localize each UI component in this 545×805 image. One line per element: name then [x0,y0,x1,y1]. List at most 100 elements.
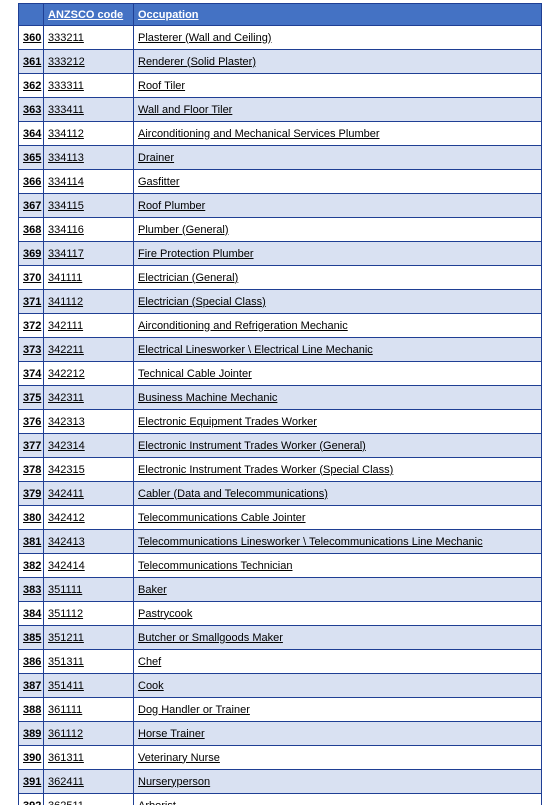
cell-occupation: Electronic Instrument Trades Worker (Spe… [133,457,542,482]
column-header-anzsco-code[interactable]: ANZSCO code [43,3,134,26]
cell-occupation: Airconditioning and Mechanical Services … [133,121,542,146]
table-row[interactable]: 381 342413 Telecommunications Linesworker … [18,529,542,554]
cell-row-number: 366 [18,169,44,194]
table-row[interactable]: 387 351411 Cook [18,673,542,698]
cell-row-number: 373 [18,337,44,362]
occupation-label: Cook [138,679,164,692]
table-row[interactable]: 374 342212 Technical Cable Jointer [18,361,542,386]
table-row[interactable]: 369 334117 Fire Protection Plumber [18,241,542,266]
table-row[interactable]: 388 361111 Dog Handler or Trainer [18,697,542,722]
cell-occupation: Business Machine Mechanic [133,385,542,410]
cell-anzsco-code: 342413 [43,529,134,554]
cell-row-number: 374 [18,361,44,386]
table-row[interactable]: 386 351311 Chef [18,649,542,674]
cell-anzsco-code: 342412 [43,505,134,530]
cell-row-number: 376 [18,409,44,434]
cell-anzsco-code: 342111 [43,313,134,338]
cell-anzsco-code: 342313 [43,409,134,434]
cell-row-number: 375 [18,385,44,410]
table-row[interactable]: 367 334115 Roof Plumber [18,193,542,218]
cell-anzsco-code: 333311 [43,73,134,98]
cell-row-number: 365 [18,145,44,170]
cell-row-number: 368 [18,217,44,242]
cell-anzsco-code: 334112 [43,121,134,146]
cell-occupation: Pastrycook [133,601,542,626]
table-row[interactable]: 380 342412 Telecommunications Cable Jointe… [18,505,542,530]
cell-anzsco-code: 333211 [43,25,134,50]
table-row[interactable]: 373 342211 Electrical Linesworker \ Electr… [18,337,542,362]
table-row[interactable]: 379 342411 Cabler (Data and Telecommunicat… [18,481,542,506]
occupation-label: Renderer (Solid Plaster) [138,55,256,68]
cell-anzsco-code: 334115 [43,193,134,218]
cell-row-number: 370 [18,265,44,290]
cell-row-number: 372 [18,313,44,338]
table-row[interactable]: 375 342311 Business Machine Mechanic [18,385,542,410]
cell-row-number: 378 [18,457,44,482]
cell-occupation: Electrical Linesworker \ Electrical Line… [133,337,542,362]
cell-anzsco-code: 342411 [43,481,134,506]
cell-anzsco-code: 333411 [43,97,134,122]
cell-occupation: Telecommunications Technician [133,553,542,578]
cell-row-number: 389 [18,721,44,746]
occupation-label: Airconditioning and Refrigeration Mechan… [138,319,348,332]
occupation-label: Plumber (General) [138,223,229,236]
cell-anzsco-code: 342211 [43,337,134,362]
table-header-row: ANZSCO code Occupation [18,3,542,26]
table-row[interactable]: 378 342315 Electronic Instrument Trades Wo… [18,457,542,482]
cell-anzsco-code: 362511 [43,793,134,805]
cell-anzsco-code: 341111 [43,265,134,290]
cell-anzsco-code: 341112 [43,289,134,314]
occupation-label: Electrical Linesworker \ Electrical Line… [138,343,373,356]
table-row[interactable]: 391 362411 Nurseryperson [18,769,542,794]
cell-anzsco-code: 351112 [43,601,134,626]
table-body: 360 333211 Plasterer (Wall and Ceiling) 361… [18,25,542,805]
cell-row-number: 362 [18,73,44,98]
table-row[interactable]: 385 351211 Butcher or Smallgoods Maker [18,625,542,650]
cell-anzsco-code: 342311 [43,385,134,410]
table-row[interactable]: 390 361311 Veterinary Nurse [18,745,542,770]
table-row[interactable]: 392362511 Arborist [18,793,542,805]
cell-occupation: Roof Tiler [133,73,542,98]
cell-occupation: Renderer (Solid Plaster) [133,49,542,74]
cell-row-number: 364 [18,121,44,146]
table-row[interactable]: 365 334113 Drainer [18,145,542,170]
table-row[interactable]: 389 361112 Horse Trainer [18,721,542,746]
cell-row-number: 369 [18,241,44,266]
table-row[interactable]: 383 351111 Baker [18,577,542,602]
table-row[interactable]: 370 341111 Electrician (General) [18,265,542,290]
occupation-label: Technical Cable Jointer [138,367,252,380]
cell-anzsco-code: 334117 [43,241,134,266]
cell-occupation: Roof Plumber [133,193,542,218]
cell-row-number: 386 [18,649,44,674]
cell-row-number: 385 [18,625,44,650]
table-row[interactable]: 382 342414 Telecommunications Technician [18,553,542,578]
cell-occupation: Plumber (General) [133,217,542,242]
cell-occupation: Technical Cable Jointer [133,361,542,386]
table-row[interactable]: 361 333212 Renderer (Solid Plaster) [18,49,542,74]
table-row[interactable]: 362 333311 Roof Tiler [18,73,542,98]
table-row[interactable]: 377 342314 Electronic Instrument Trades Wo… [18,433,542,458]
table-row[interactable]: 376 342313 Electronic Equipment Trades Wor… [18,409,542,434]
cell-row-number: 387 [18,673,44,698]
table-row[interactable]: 364 334112 Airconditioning and Mechanical … [18,121,542,146]
cell-occupation: Telecommunications Linesworker \ Telecom… [133,529,542,554]
table-row[interactable]: 372 342111 Airconditioning and Refrigerati… [18,313,542,338]
cell-anzsco-code: 334114 [43,169,134,194]
table-row[interactable]: 368 334116 Plumber (General) [18,217,542,242]
cell-occupation: Wall and Floor Tiler [133,97,542,122]
cell-occupation: Cabler (Data and Telecommunications) [133,481,542,506]
occupation-label: Wall and Floor Tiler [138,103,233,116]
occupation-label: Plasterer (Wall and Ceiling) [138,31,272,44]
table-row[interactable]: 371 341112 Electrician (Special Class) [18,289,542,314]
column-header-occupation[interactable]: Occupation [133,3,542,26]
column-header-row-number[interactable] [18,3,44,26]
occupation-label: Roof Tiler [138,79,186,92]
table-row[interactable]: 384 351112 Pastrycook [18,601,542,626]
table-row[interactable]: 366 334114 Gasfitter [18,169,542,194]
table-row[interactable]: 360 333211 Plasterer (Wall and Ceiling) [18,25,542,50]
table-row[interactable]: 363 333411 Wall and Floor Tiler [18,97,542,122]
cell-occupation: Drainer [133,145,542,170]
cell-occupation: Fire Protection Plumber [133,241,542,266]
cell-occupation: Gasfitter [133,169,542,194]
occupation-label: Telecommunications Linesworker \ Telecom… [138,535,483,548]
